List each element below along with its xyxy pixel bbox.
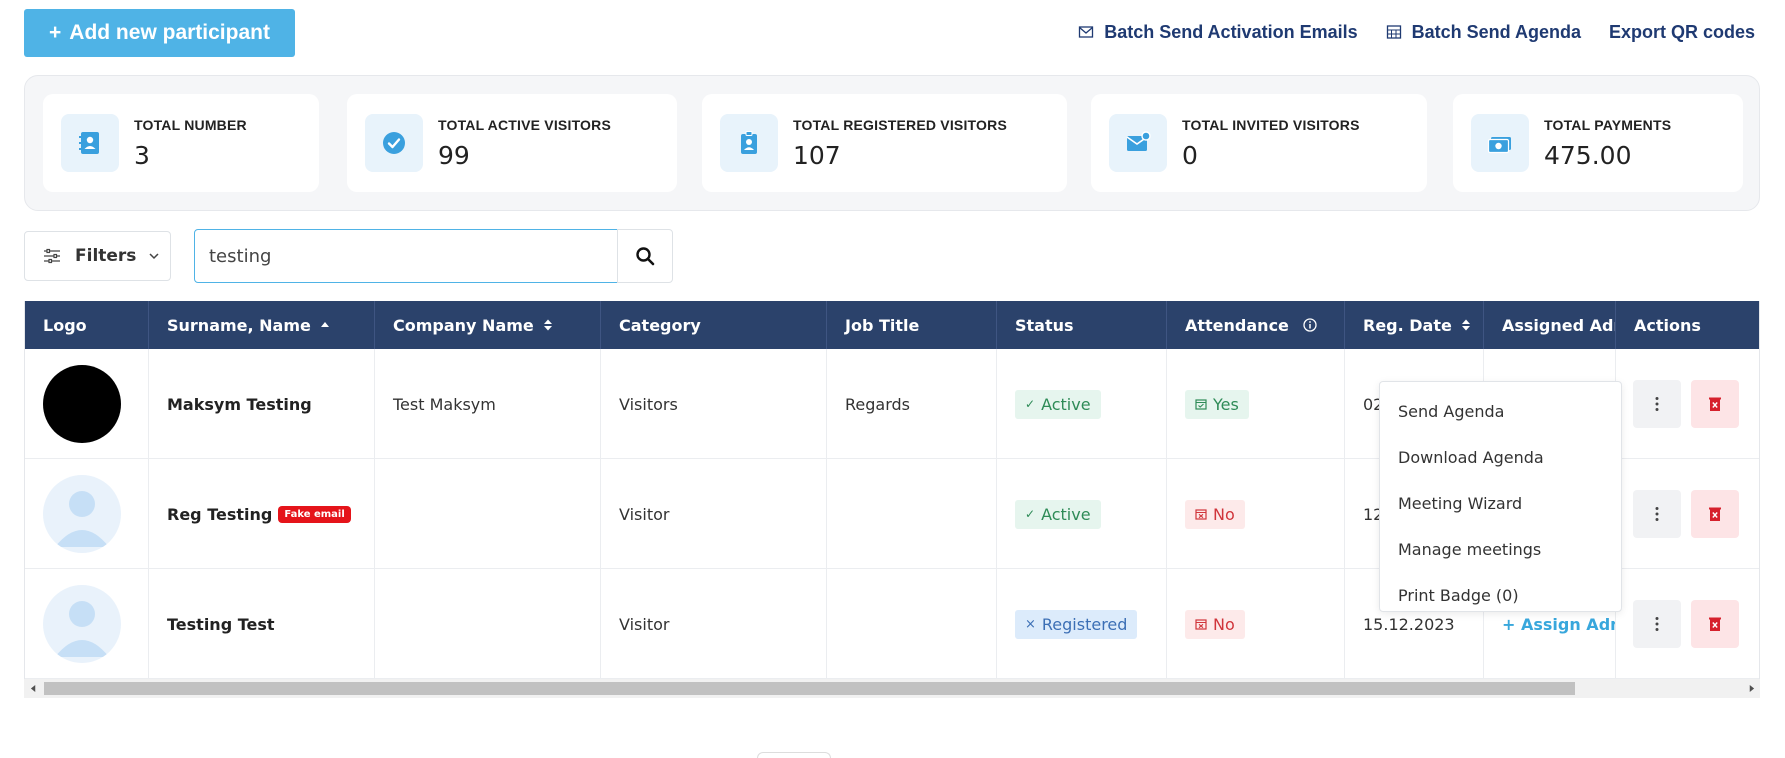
more-actions-button[interactable]: [1633, 380, 1681, 428]
participant-name[interactable]: Maksym Testing: [167, 395, 312, 414]
stat-total-payments: TOTAL PAYMENTS 475.00: [1453, 94, 1743, 192]
id-badge-icon: [741, 131, 757, 154]
search-button[interactable]: [617, 229, 673, 283]
search-icon: [636, 247, 655, 266]
company-name: Test Maksym: [393, 394, 496, 414]
pagination[interactable]: [757, 752, 831, 758]
delete-icon: [1709, 507, 1721, 521]
search-input[interactable]: [194, 229, 618, 283]
col-company[interactable]: Company Name: [375, 301, 601, 349]
category: Visitor: [619, 614, 670, 634]
status-badge: ✓ Active: [1015, 499, 1101, 529]
toolbar-links: Batch Send Activation Emails Batch Send …: [1078, 19, 1755, 45]
default-avatar-icon: [43, 475, 121, 553]
menu-meeting-wizard[interactable]: Meeting Wizard: [1380, 480, 1621, 526]
sort-icon: [543, 319, 552, 331]
attendance-badge: Yes: [1185, 389, 1249, 419]
calendar-icon: [1386, 25, 1401, 39]
col-attendance: Attendance: [1167, 301, 1345, 349]
menu-print-badge[interactable]: Print Badge (0): [1380, 572, 1621, 618]
more-vertical-icon: [1655, 397, 1659, 411]
filters-button[interactable]: Filters: [24, 231, 171, 281]
menu-manage-meetings[interactable]: Manage meetings: [1380, 526, 1621, 572]
stat-total-registered: TOTAL REGISTERED VISITORS 107: [702, 94, 1067, 192]
attendance-badge: No: [1185, 609, 1245, 639]
col-reg-date[interactable]: Reg. Date: [1345, 301, 1484, 349]
add-participant-button[interactable]: + Add new participant: [24, 9, 295, 57]
plus-icon: +: [49, 21, 62, 44]
col-logo: Logo: [25, 301, 149, 349]
status-badge: ✓ Active: [1015, 389, 1101, 419]
participant-name[interactable]: Testing Test: [167, 615, 275, 634]
sort-asc-icon: [320, 322, 329, 327]
more-vertical-icon: [1655, 617, 1659, 631]
scroll-right-icon[interactable]: [1742, 679, 1760, 698]
add-participant-label: Add new participant: [69, 21, 270, 44]
chevron-down-icon: [149, 253, 159, 260]
batch-send-agenda-link[interactable]: Batch Send Agenda: [1386, 19, 1581, 45]
stats-panel: TOTAL NUMBER 3 TOTAL ACTIVE VISITORS 99 TO…: [24, 75, 1760, 211]
col-category: Category: [601, 301, 827, 349]
export-qr-link[interactable]: Export QR codes: [1609, 19, 1755, 45]
col-status: Status: [997, 301, 1167, 349]
col-job-title: Job Title: [827, 301, 997, 349]
delete-icon: [1709, 397, 1721, 411]
participant-name[interactable]: Reg Testing: [167, 505, 272, 524]
delete-icon: [1709, 617, 1721, 631]
calendar-x-icon: [1195, 619, 1207, 630]
check-icon: ✓: [1025, 397, 1036, 411]
category: Visitors: [619, 394, 678, 414]
stat-total-invited: TOTAL INVITED VISITORS 0: [1091, 94, 1427, 192]
more-actions-button[interactable]: [1633, 600, 1681, 648]
batch-send-activation-link[interactable]: Batch Send Activation Emails: [1078, 19, 1358, 45]
envelope-icon: [1079, 26, 1094, 38]
check-circle-icon: [383, 132, 405, 154]
menu-send-agenda[interactable]: Send Agenda: [1380, 388, 1621, 434]
table-header: Logo Surname, Name Company Name Category…: [25, 301, 1759, 349]
delete-button[interactable]: [1691, 600, 1739, 648]
job-title: Regards: [845, 394, 910, 414]
col-actions: Actions: [1634, 315, 1701, 335]
check-icon: ✓: [1025, 507, 1036, 521]
invite-envelope-icon: [1126, 131, 1151, 151]
category: Visitor: [619, 504, 670, 524]
scrollbar-thumb[interactable]: [44, 682, 1575, 695]
stat-total-number: TOTAL NUMBER 3: [43, 94, 319, 192]
attendance-badge: No: [1185, 499, 1245, 529]
horizontal-scrollbar[interactable]: [24, 679, 1760, 698]
scroll-left-icon[interactable]: [24, 679, 42, 698]
sort-icon: [1461, 319, 1470, 331]
participant-logo: [43, 365, 121, 443]
x-icon: ×: [1025, 616, 1036, 632]
money-icon: [1487, 137, 1511, 154]
col-assigned-admin: Assigned Admi: [1484, 301, 1616, 349]
default-avatar-icon: [43, 585, 121, 663]
calendar-x-icon: [1195, 509, 1207, 520]
sliders-icon: [44, 248, 60, 264]
fake-email-badge: Fake email: [278, 505, 351, 523]
stat-total-active: TOTAL ACTIVE VISITORS 99: [347, 94, 677, 192]
col-name[interactable]: Surname, Name: [149, 301, 375, 349]
delete-button[interactable]: [1691, 490, 1739, 538]
actions-dropdown-menu: Send Agenda Download Agenda Meeting Wiza…: [1379, 381, 1622, 612]
calendar-check-icon: [1195, 399, 1207, 410]
contact-card-icon: [79, 132, 99, 154]
more-actions-button[interactable]: [1633, 490, 1681, 538]
info-icon[interactable]: [1303, 318, 1317, 332]
delete-button[interactable]: [1691, 380, 1739, 428]
more-vertical-icon: [1655, 507, 1659, 521]
menu-download-agenda[interactable]: Download Agenda: [1380, 434, 1621, 480]
status-badge: × Registered: [1015, 609, 1138, 639]
